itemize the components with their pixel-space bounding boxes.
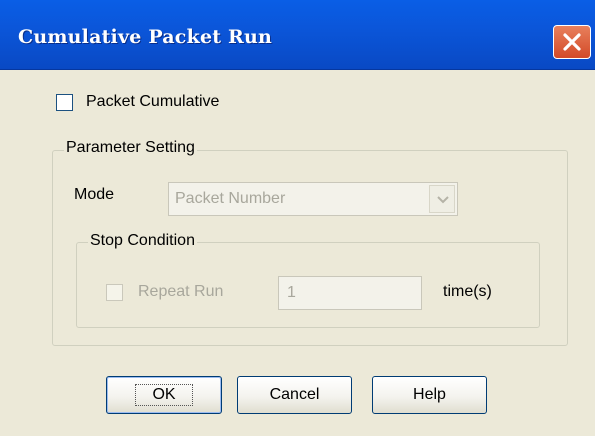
title-bar[interactable]: Cumulative Packet Run [0, 0, 595, 70]
window-title: Cumulative Packet Run [18, 26, 273, 48]
help-button[interactable]: Help [372, 376, 487, 414]
close-button[interactable] [553, 25, 591, 59]
chevron-down-icon [437, 196, 449, 204]
ok-button[interactable]: OK [106, 376, 222, 414]
repeat-run-checkbox[interactable] [106, 284, 123, 301]
mode-select-value: Packet Number [175, 190, 286, 207]
parameter-setting-legend: Parameter Setting [64, 139, 197, 157]
close-icon [563, 33, 581, 51]
repeat-run-label: Repeat Run [138, 283, 224, 300]
stop-condition-legend: Stop Condition [88, 232, 197, 250]
cancel-button[interactable]: Cancel [237, 376, 352, 414]
packet-cumulative-checkbox[interactable] [56, 94, 73, 111]
ok-button-label: OK [135, 384, 193, 406]
mode-label: Mode [74, 186, 115, 203]
packet-cumulative-label: Packet Cumulative [86, 93, 220, 110]
repeat-count-value: 1 [287, 284, 296, 301]
mode-select[interactable]: Packet Number [168, 182, 458, 216]
repeat-count-input[interactable]: 1 [278, 276, 422, 310]
time-unit-label: time(s) [443, 283, 492, 300]
dialog-window: Cumulative Packet Run Packet Cumulative … [0, 0, 595, 436]
mode-dropdown-button[interactable] [429, 185, 455, 213]
